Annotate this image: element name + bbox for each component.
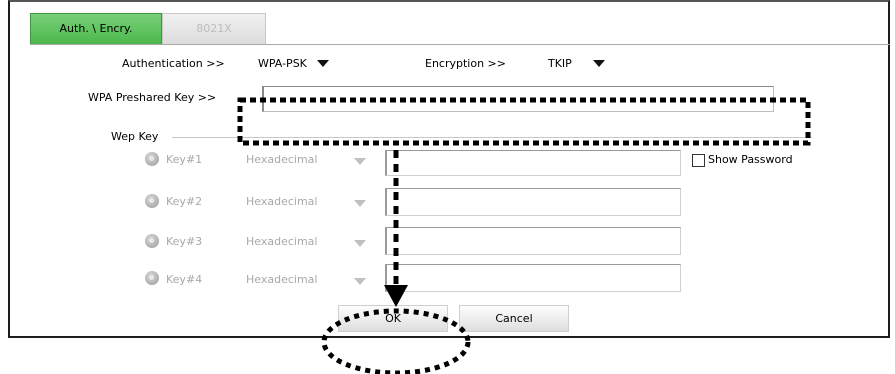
annotation-highlight-box xyxy=(237,97,811,146)
annotation-overlay xyxy=(237,97,811,374)
annotation-ok-circle xyxy=(321,308,471,374)
annotation-arrow-head-icon xyxy=(384,285,408,307)
